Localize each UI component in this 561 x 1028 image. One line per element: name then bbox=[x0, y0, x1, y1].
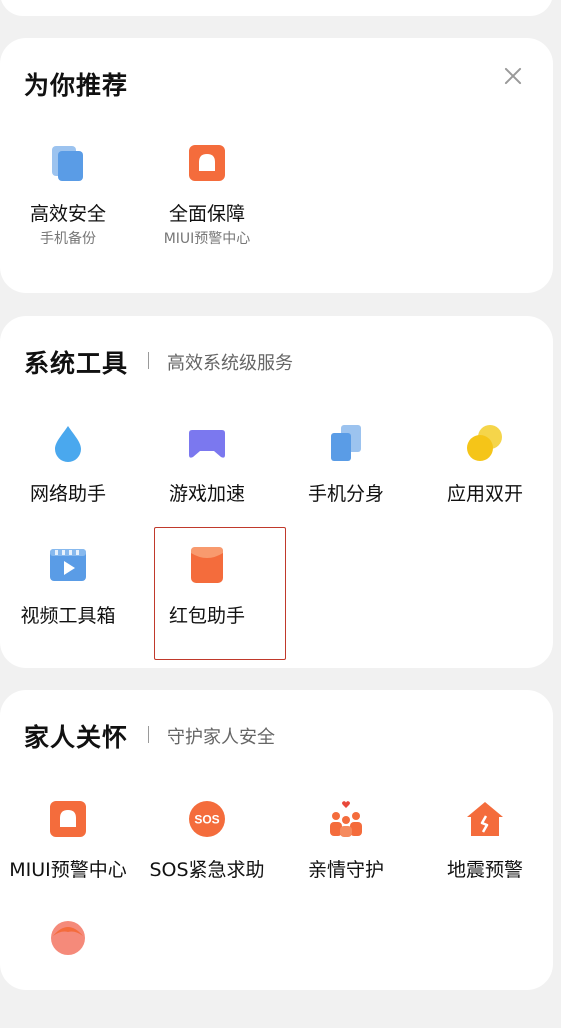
sos-icon: SOS bbox=[189, 801, 225, 837]
water-drop-icon bbox=[55, 426, 81, 462]
video-icon bbox=[50, 549, 86, 581]
system-tools-title: 系统工具 bbox=[24, 349, 129, 378]
tile-red-envelope-assistant[interactable]: 红包助手 bbox=[147, 546, 267, 656]
family-care-card: 家人关怀 守护家人安全 MIUI预警中心 SOS SOS紧急求助 亲情守护 地震… bbox=[0, 690, 553, 990]
dual-phone-icon bbox=[331, 425, 361, 461]
title-divider bbox=[148, 352, 149, 369]
tile-label: 亲情守护 bbox=[307, 859, 384, 881]
red-envelope-icon bbox=[191, 547, 223, 583]
title-divider bbox=[148, 726, 149, 743]
tile-label: 高效安全 bbox=[29, 203, 106, 225]
recommend-card: 为你推荐 高效安全 手机备份 全面保障 MIUI预警中心 bbox=[0, 38, 553, 293]
tile-sublabel: MIUI预警中心 bbox=[163, 231, 251, 247]
system-tools-subtitle: 高效系统级服务 bbox=[167, 353, 293, 374]
tile-family-guard[interactable]: 亲情守护 bbox=[286, 800, 406, 910]
tile-label: 网络助手 bbox=[29, 483, 106, 505]
tile-label: MIUI预警中心 bbox=[9, 859, 127, 881]
dual-circle-icon bbox=[467, 425, 502, 461]
tile-label: 红包助手 bbox=[168, 605, 245, 627]
tile-miui-alarm-center[interactable]: MIUI预警中心 bbox=[8, 800, 128, 910]
gamepad-icon bbox=[189, 430, 225, 458]
tile-game-turbo[interactable]: 游戏加速 bbox=[147, 424, 267, 534]
recommend-title: 为你推荐 bbox=[24, 71, 129, 100]
alarm-icon bbox=[189, 145, 225, 181]
tile-label: 手机分身 bbox=[307, 483, 384, 505]
alarm-icon bbox=[50, 801, 86, 837]
tile-network-assistant[interactable]: 网络助手 bbox=[8, 424, 128, 534]
svg-text:SOS: SOS bbox=[194, 813, 219, 827]
tile-label: 视频工具箱 bbox=[20, 605, 116, 627]
house-icon bbox=[467, 802, 503, 836]
tile-label: 地震预警 bbox=[446, 859, 523, 881]
tile-partial[interactable] bbox=[8, 918, 128, 1028]
tile-label: 游戏加速 bbox=[168, 483, 245, 505]
tile-sos[interactable]: SOS SOS紧急求助 bbox=[147, 800, 267, 910]
system-tools-card: 系统工具 高效系统级服务 网络助手 游戏加速 手机分身 应用双开 视频工具箱 红… bbox=[0, 316, 553, 668]
family-icon bbox=[330, 801, 362, 837]
backup-icon bbox=[52, 146, 83, 181]
tile-label: 全面保障 bbox=[168, 203, 245, 225]
face-icon bbox=[51, 921, 85, 955]
close-icon[interactable] bbox=[501, 64, 525, 88]
tile-sublabel: 手机备份 bbox=[40, 231, 96, 247]
tile-alarm-center[interactable]: 全面保障 MIUI预警中心 bbox=[147, 144, 267, 254]
tile-earthquake-warning[interactable]: 地震预警 bbox=[425, 800, 545, 910]
tile-second-space[interactable]: 手机分身 bbox=[286, 424, 406, 534]
tile-label: 应用双开 bbox=[446, 483, 523, 505]
family-care-subtitle: 守护家人安全 bbox=[167, 727, 275, 748]
tile-backup[interactable]: 高效安全 手机备份 bbox=[8, 144, 128, 254]
family-care-title: 家人关怀 bbox=[24, 723, 129, 752]
tile-dual-apps[interactable]: 应用双开 bbox=[425, 424, 545, 534]
tile-video-toolbox[interactable]: 视频工具箱 bbox=[8, 546, 128, 656]
tile-label: SOS紧急求助 bbox=[149, 859, 265, 881]
previous-card bbox=[0, 0, 553, 16]
